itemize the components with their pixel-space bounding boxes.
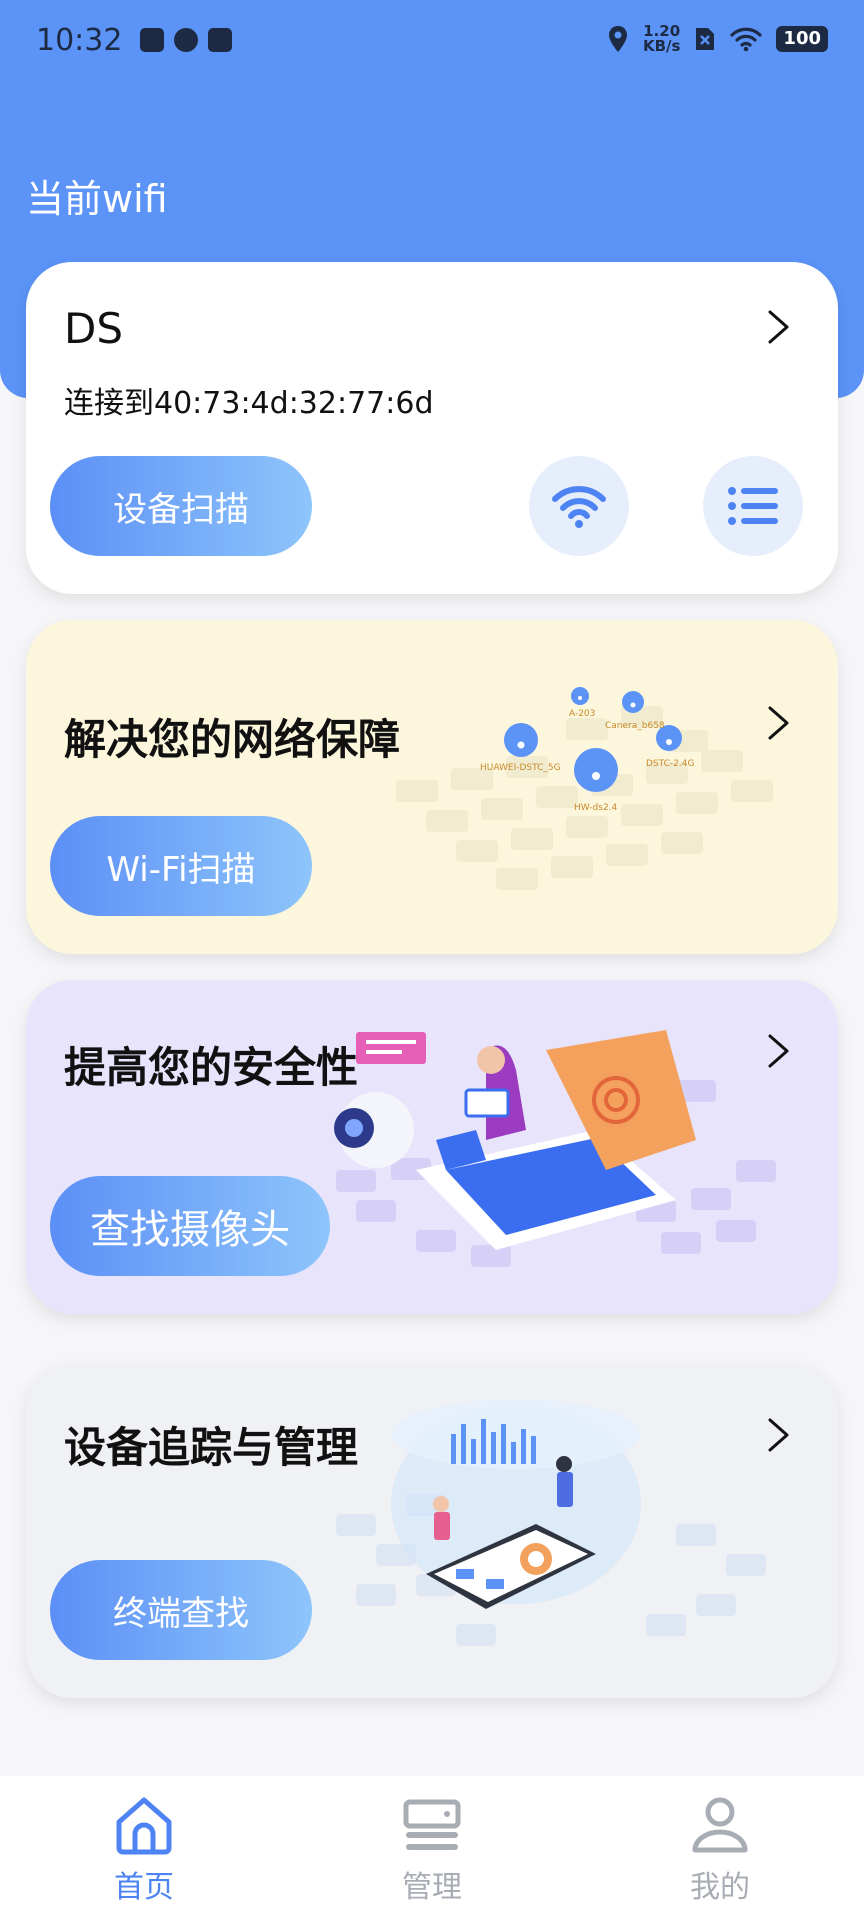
camera-laptop-illustration [334, 1030, 776, 1267]
current-wifi-card[interactable]: DS 连接到40:73:4d:32:77:6d 设备扫描 [26, 262, 838, 594]
network-protection-card[interactable]: A-203 Canera_b658 HUAWEI-DSTC_5G DSTC-2.… [26, 620, 838, 954]
net-speed-unit: KB/s [642, 37, 681, 55]
status-bar: 10:32 1.20 KB/s 100 [0, 0, 864, 80]
security-card-title: 提高您的安全性 [64, 1043, 359, 1092]
status-right: 1.20 KB/s 100 [607, 24, 828, 54]
tab-manage[interactable]: 管理 [288, 1776, 576, 1920]
wifi-signal-icon [730, 27, 763, 52]
network-card-title: 解决您的网络保障 [64, 715, 401, 764]
device-icon [403, 1799, 461, 1850]
map-label-a203: A-203 [569, 709, 595, 719]
wifi-map-illustration: A-203 Canera_b658 HUAWEI-DSTC_5G DSTC-2.… [396, 687, 773, 890]
security-card[interactable]: 提高您的安全性 查找摄像头 [26, 980, 838, 1314]
chevron-right-icon[interactable] [762, 1418, 796, 1452]
usb-icon [208, 28, 233, 52]
device-scan-button[interactable]: 设备扫描 [50, 456, 312, 556]
status-time: 10:32 [36, 22, 123, 58]
map-label-huawei-5g: HUAWEI-DSTC_5G [480, 763, 561, 773]
tab-home[interactable]: 首页 [0, 1776, 288, 1920]
leaf-icon [174, 28, 199, 52]
clipboard-icon [140, 28, 165, 52]
terminal-find-button[interactable]: 终端查找 [50, 1560, 312, 1660]
network-speed: 1.20 KB/s [643, 24, 680, 54]
device-management-illustration [336, 1399, 766, 1646]
list-icon [728, 487, 778, 525]
wifi-ssid: DS [64, 304, 124, 353]
chevron-right-icon[interactable] [762, 1034, 796, 1068]
notification-icons [140, 28, 233, 52]
wifi-scan-button[interactable]: Wi-Fi扫描 [50, 816, 312, 916]
wifi-button[interactable] [529, 456, 629, 556]
tab-label-manage: 管理 [402, 1870, 462, 1905]
wifi-icon [552, 486, 606, 528]
no-sim-icon [696, 28, 715, 50]
tab-label-mine: 我的 [690, 1870, 750, 1905]
find-camera-button[interactable]: 查找摄像头 [50, 1176, 330, 1276]
wifi-connection-info: 连接到40:73:4d:32:77:6d [64, 386, 434, 421]
chevron-right-icon[interactable] [762, 310, 796, 344]
map-label-dstc-24g: DSTC-2.4G [646, 759, 694, 769]
device-card-title: 设备追踪与管理 [64, 1423, 359, 1472]
battery-indicator: 100 [776, 26, 828, 52]
device-tracking-card[interactable]: 设备追踪与管理 终端查找 [26, 1364, 838, 1698]
map-label-hw-ds24: HW-ds2.4 [574, 803, 618, 813]
location-icon [608, 26, 627, 52]
chevron-right-icon[interactable] [762, 706, 796, 740]
user-icon [692, 1797, 748, 1853]
bottom-tab-bar: 首页 管理 我的 [0, 1776, 864, 1920]
tab-label-home: 首页 [114, 1870, 174, 1905]
page-title: 当前wifi [26, 177, 168, 221]
map-label-canera: Canera_b658 [605, 721, 665, 731]
list-button[interactable] [703, 456, 803, 556]
home-icon [116, 1797, 172, 1855]
tab-mine[interactable]: 我的 [576, 1776, 864, 1920]
